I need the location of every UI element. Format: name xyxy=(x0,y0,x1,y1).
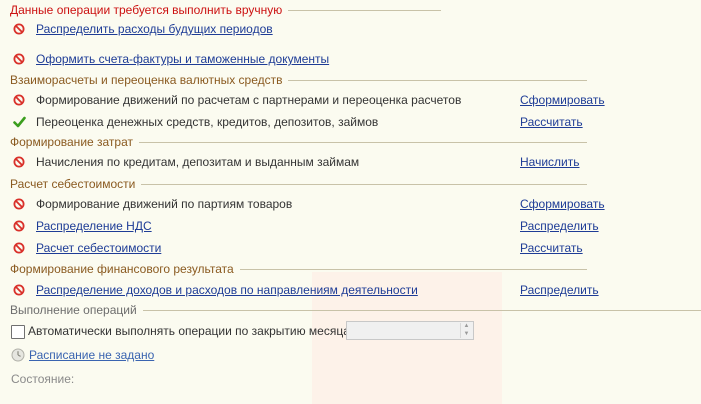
stop-icon xyxy=(12,22,26,36)
spin-up-icon[interactable]: ▲ xyxy=(464,323,470,330)
spinbox-arrows[interactable]: ▲ ▼ xyxy=(460,323,472,338)
section-settlements-header: Взаиморасчеты и переоценка валютных сред… xyxy=(10,72,587,88)
period-spinbox[interactable]: ▲ ▼ xyxy=(346,321,474,340)
section-divider xyxy=(288,80,587,81)
list-item: Распределить расходы будущих периодов xyxy=(12,20,701,38)
clock-icon xyxy=(11,348,25,362)
stop-icon xyxy=(12,219,26,233)
distribute-button[interactable]: Распределить xyxy=(520,283,599,297)
link-income-expense-distribution[interactable]: Распределение доходов и расходов по напр… xyxy=(36,283,418,297)
list-item: Распределение НДС Распределить xyxy=(12,217,701,235)
section-costs-header: Формирование затрат xyxy=(10,134,587,150)
auto-execute-label: Автоматически выполнять операции по закр… xyxy=(28,324,350,338)
distribute-button[interactable]: Распределить xyxy=(520,219,599,233)
stop-icon xyxy=(12,52,26,66)
list-item: Формирование движений по расчетам с парт… xyxy=(12,91,701,109)
schedule-row: Расписание не задано xyxy=(11,348,154,362)
stop-icon xyxy=(12,93,26,107)
stop-icon xyxy=(12,283,26,297)
section-cost-price-header: Расчет себестоимости xyxy=(10,176,587,192)
list-item: Оформить счета-фактуры и таможенные доку… xyxy=(12,50,701,68)
section-divider xyxy=(142,310,701,311)
section-divider xyxy=(139,142,587,143)
section-divider xyxy=(239,269,587,270)
section-cost-price-title: Расчет себестоимости xyxy=(10,177,136,191)
stop-icon xyxy=(12,155,26,169)
calculate-button[interactable]: Рассчитать xyxy=(520,241,583,255)
operation-label: Переоценка денежных средств, кредитов, д… xyxy=(36,115,379,129)
link-cost-calculation[interactable]: Расчет себестоимости xyxy=(36,241,161,255)
state-label: Состояние: xyxy=(11,372,75,386)
section-settlements-title: Взаиморасчеты и переоценка валютных сред… xyxy=(10,73,283,87)
check-icon xyxy=(12,115,26,129)
list-item: Формирование движений по партиям товаров… xyxy=(12,195,701,213)
spin-down-icon[interactable]: ▼ xyxy=(464,331,470,338)
section-financial-header: Формирование финансового результата xyxy=(10,261,587,277)
operation-label: Формирование движений по партиям товаров xyxy=(36,197,293,211)
calculate-button[interactable]: Рассчитать xyxy=(520,115,583,129)
section-manual-title: Данные операции требуется выполнить вруч… xyxy=(10,3,283,17)
section-manual-header: Данные операции требуется выполнить вруч… xyxy=(10,2,441,18)
schedule-link[interactable]: Расписание не задано xyxy=(29,348,154,362)
list-item: Переоценка денежных средств, кредитов, д… xyxy=(12,113,701,131)
accrue-button[interactable]: Начислить xyxy=(520,155,579,169)
section-execution-header: Выполнение операций xyxy=(10,302,701,318)
stop-icon xyxy=(12,241,26,255)
stop-icon xyxy=(12,197,26,211)
section-divider xyxy=(141,184,587,185)
form-button[interactable]: Сформировать xyxy=(520,197,605,211)
form-button[interactable]: Сформировать xyxy=(520,93,605,107)
section-divider xyxy=(288,10,441,11)
operation-label: Начисления по кредитам, депозитам и выда… xyxy=(36,155,360,169)
operation-label: Формирование движений по расчетам с парт… xyxy=(36,93,462,107)
list-item: Начисления по кредитам, депозитам и выда… xyxy=(12,153,701,171)
link-distribute-future-expenses[interactable]: Распределить расходы будущих периодов xyxy=(36,22,273,36)
section-costs-title: Формирование затрат xyxy=(10,135,134,149)
list-item: Распределение доходов и расходов по напр… xyxy=(12,281,701,299)
link-vat-distribution[interactable]: Распределение НДС xyxy=(36,219,152,233)
section-execution-title: Выполнение операций xyxy=(10,303,137,317)
auto-execute-checkbox[interactable] xyxy=(11,325,25,339)
section-financial-title: Формирование финансового результата xyxy=(10,262,234,276)
link-invoices-customs-docs[interactable]: Оформить счета-фактуры и таможенные доку… xyxy=(36,52,329,66)
list-item: Расчет себестоимости Рассчитать xyxy=(12,239,701,257)
